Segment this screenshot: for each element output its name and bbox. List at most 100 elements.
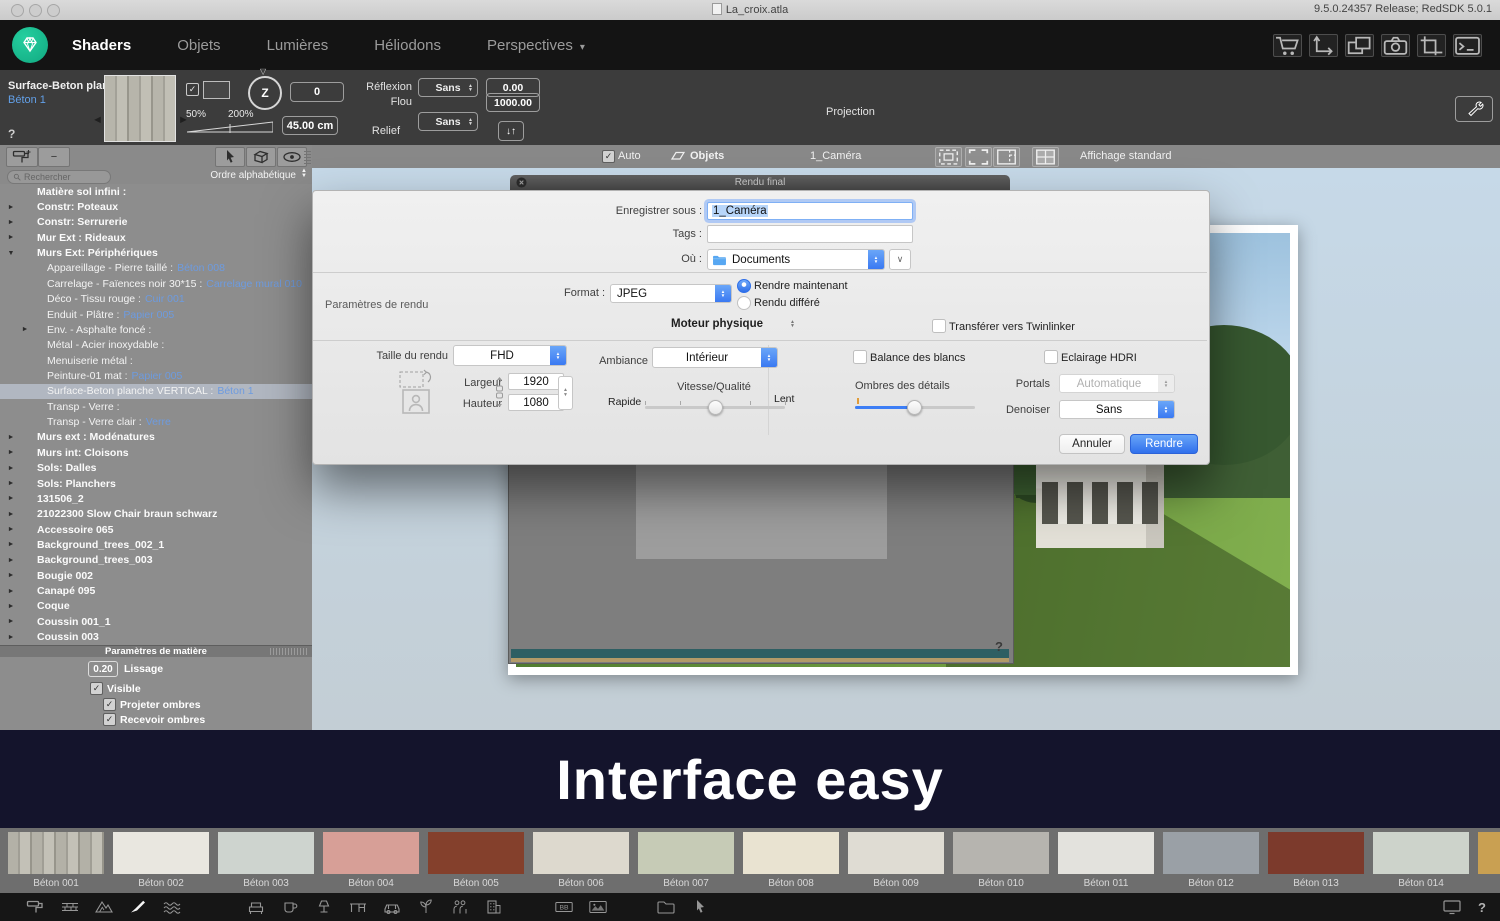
cube-view-button[interactable]: [246, 147, 276, 167]
shader-list-item[interactable]: ► 21022300 Slow Chair braun schwarz: [0, 507, 312, 522]
size-value-field[interactable]: 45.00 cm: [282, 116, 338, 135]
material-tile[interactable]: Béton 013: [1268, 832, 1364, 893]
tab-lumières[interactable]: Lumières: [267, 37, 329, 54]
material-tile[interactable]: Béton 001: [8, 832, 104, 893]
render-now-radio[interactable]: [737, 279, 751, 293]
duplicate-icon[interactable]: [1345, 34, 1374, 57]
car-icon[interactable]: [382, 899, 402, 915]
shader-list-item[interactable]: ► Coque: [0, 599, 312, 614]
material-tile[interactable]: Béton 008: [743, 832, 839, 893]
people-icon[interactable]: [450, 899, 470, 915]
select-tool-button[interactable]: [215, 147, 245, 167]
shader-list-item[interactable]: Transp - Verre clair : Verre: [0, 414, 312, 429]
render-deferred-radio[interactable]: [737, 296, 751, 310]
hdri-checkbox[interactable]: [1044, 350, 1058, 364]
display-mode-label[interactable]: Affichage standard: [1080, 150, 1172, 162]
tab-objets[interactable]: Objets: [177, 37, 220, 54]
shader-list-item[interactable]: ► Sols: Planchers: [0, 476, 312, 491]
disclosure-triangle-icon[interactable]: ►: [6, 234, 16, 241]
plant-icon[interactable]: [416, 899, 436, 915]
rotation-dial[interactable]: Z: [248, 76, 282, 110]
shader-list-item[interactable]: Matière sol infini :: [0, 184, 312, 199]
shader-list-item[interactable]: ► Accessoire 065: [0, 522, 312, 537]
shader-list-item[interactable]: ► Bougie 002: [0, 568, 312, 583]
denoiser-dropdown[interactable]: Sans▲▼: [1059, 400, 1175, 419]
shader-list-item[interactable]: ► Coussin 001_1: [0, 614, 312, 629]
visible-checkbox[interactable]: ✓: [90, 682, 103, 695]
material-tile[interactable]: Béton 014: [1373, 832, 1469, 893]
disclosure-triangle-icon[interactable]: ►: [6, 204, 16, 211]
disclosure-triangle-icon[interactable]: ►: [6, 541, 16, 548]
flou-dropdown[interactable]: Sans▲▼: [418, 112, 478, 131]
shader-list-item[interactable]: Déco - Tissu rouge : Cuir 001: [0, 292, 312, 307]
shader-list-item[interactable]: ► Constr: Poteaux: [0, 199, 312, 214]
camera-icon[interactable]: [1381, 34, 1410, 57]
lissage-field[interactable]: 0.20: [88, 661, 118, 677]
height-input[interactable]: 1080: [508, 394, 564, 411]
shader-list-item[interactable]: ► Env. - Asphalte foncé :: [0, 322, 312, 337]
material-tile[interactable]: [1478, 832, 1500, 893]
disclosure-triangle-icon[interactable]: ►: [6, 572, 16, 579]
width-input[interactable]: 1920: [508, 373, 564, 390]
armchair-icon[interactable]: [246, 899, 266, 915]
terrain-icon[interactable]: [94, 899, 114, 915]
link-dimensions-icon[interactable]: [493, 375, 506, 409]
shader-list-item[interactable]: ► Background_trees_003: [0, 553, 312, 568]
material-tile[interactable]: Béton 006: [533, 832, 629, 893]
panel-grip[interactable]: [304, 149, 311, 164]
flou-amount-field[interactable]: 1000.00: [486, 93, 540, 112]
shader-material-link[interactable]: Béton 1: [8, 94, 46, 106]
lamp-icon[interactable]: [314, 899, 334, 915]
shader-item-material[interactable]: Papier 005: [123, 309, 174, 321]
render-window-button[interactable]: [993, 147, 1020, 167]
shader-item-material[interactable]: Cuir 001: [145, 293, 185, 305]
dialog-titlebar[interactable]: Rendu final: [510, 175, 1010, 190]
cursor-icon[interactable]: [690, 899, 710, 915]
paint-roller-icon[interactable]: [26, 899, 46, 915]
scale-slider[interactable]: [187, 120, 273, 137]
monitor-icon[interactable]: [1442, 899, 1462, 915]
projeter-ombres-checkbox[interactable]: ✓: [103, 698, 116, 711]
fit-view-button[interactable]: [965, 147, 992, 167]
move-axes-icon[interactable]: [1309, 34, 1338, 57]
shader-list-item[interactable]: ▼ Murs Ext: Périphériques: [0, 245, 312, 260]
console-icon[interactable]: [1453, 34, 1482, 57]
shader-list-item[interactable]: ► Sols: Dalles: [0, 460, 312, 475]
white-balance-checkbox[interactable]: [853, 350, 867, 364]
shader-item-material[interactable]: Béton 1: [217, 385, 253, 397]
camera-name-label[interactable]: 1_Caméra: [810, 150, 861, 162]
disclosure-triangle-icon[interactable]: ►: [6, 495, 16, 502]
sort-order-stepper[interactable]: ▲▼: [301, 169, 307, 179]
disclosure-triangle-icon[interactable]: ►: [6, 526, 16, 533]
shader-list-item[interactable]: ► Mur Ext : Rideaux: [0, 230, 312, 245]
disclosure-triangle-icon[interactable]: ►: [6, 603, 16, 610]
material-tile[interactable]: Béton 009: [848, 832, 944, 893]
engine-selector[interactable]: Moteur physique: [652, 318, 782, 330]
cart-icon[interactable]: [1273, 34, 1302, 57]
shader-list-item[interactable]: ► Canapé 095: [0, 583, 312, 598]
building-icon[interactable]: [484, 899, 504, 915]
tags-input[interactable]: [707, 225, 913, 243]
shader-list-item[interactable]: Carrelage - Faïences noir 30*15 : Carrel…: [0, 276, 312, 291]
render-help-link[interactable]: ?: [995, 639, 1003, 654]
disclosure-triangle-icon[interactable]: ►: [6, 434, 16, 441]
speed-slider-thumb[interactable]: [708, 400, 723, 415]
objets-label[interactable]: Objets: [690, 150, 724, 162]
recevoir-ombres-checkbox[interactable]: ✓: [103, 713, 116, 726]
material-tile[interactable]: Béton 004: [323, 832, 419, 893]
ambiance-dropdown[interactable]: Intérieur▲▼: [652, 347, 778, 368]
size-stepper[interactable]: ▲▼: [558, 376, 573, 410]
bricks-icon[interactable]: [60, 899, 80, 915]
waves-icon[interactable]: [162, 899, 182, 915]
tab-héliodons[interactable]: Héliodons: [374, 37, 441, 54]
disclosure-triangle-icon[interactable]: ►: [6, 449, 16, 456]
color-checkbox[interactable]: ✓: [186, 83, 199, 96]
disclosure-triangle-icon[interactable]: ▼: [6, 250, 16, 257]
shader-list-item[interactable]: ► Murs ext : Modénatures: [0, 430, 312, 445]
sort-order-label[interactable]: Ordre alphabétique: [210, 170, 296, 181]
wrench-tools-button[interactable]: [1455, 96, 1493, 122]
disclosure-triangle-icon[interactable]: ►: [6, 618, 16, 625]
render-zone-button[interactable]: [935, 147, 962, 167]
auto-checkbox[interactable]: ✓: [602, 150, 615, 163]
shader-item-material[interactable]: Béton 008: [177, 262, 225, 274]
